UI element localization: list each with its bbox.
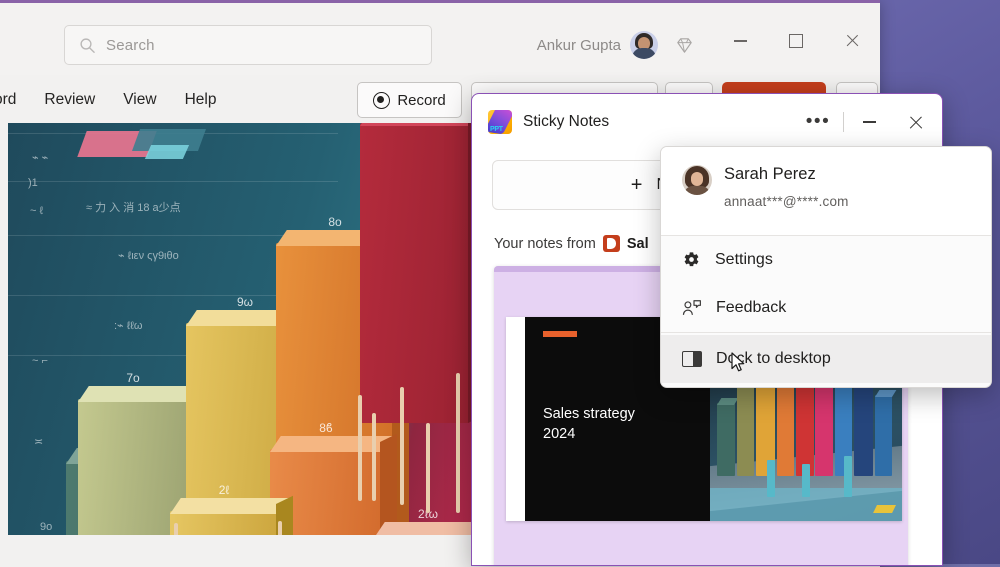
account-name: Ankur Gupta bbox=[536, 36, 621, 54]
minimize-button[interactable] bbox=[712, 19, 768, 63]
thumbnail-title-line1: Sales strategy bbox=[543, 406, 635, 422]
record-label: Record bbox=[397, 91, 446, 109]
tab-view[interactable]: View bbox=[109, 87, 170, 113]
sticky-notes-titlebar: PPT Sticky Notes ••• bbox=[472, 94, 942, 150]
tab-record-partial[interactable]: ord bbox=[0, 87, 30, 113]
close-button[interactable] bbox=[824, 19, 880, 63]
sticky-minimize-button[interactable] bbox=[846, 99, 892, 145]
avatar bbox=[630, 31, 658, 59]
gear-icon bbox=[684, 251, 699, 266]
dock-icon bbox=[682, 351, 702, 367]
search-icon bbox=[80, 37, 95, 53]
feedback-icon bbox=[682, 299, 701, 315]
menu-item-feedback[interactable]: Feedback bbox=[661, 284, 991, 332]
thumbnail-title: Sales strategy 2024 bbox=[543, 405, 635, 444]
notes-source-label: Your notes from Sal bbox=[494, 235, 649, 252]
account-button[interactable]: Ankur Gupta bbox=[537, 25, 658, 65]
flyout-account-row[interactable]: Sarah Perez annaat***@****.com bbox=[661, 147, 991, 235]
tab-help[interactable]: Help bbox=[171, 87, 231, 113]
sticky-notes-icon: PPT bbox=[488, 110, 512, 134]
divider bbox=[843, 112, 844, 132]
bar: 2ℓ bbox=[170, 483, 293, 535]
notes-from-source: Sal bbox=[626, 235, 649, 252]
diamond-icon[interactable] bbox=[666, 27, 702, 63]
menu-item-dock-to-desktop[interactable]: Dock to desktop bbox=[661, 335, 991, 383]
powerpoint-window-controls bbox=[712, 19, 880, 63]
divider bbox=[661, 332, 991, 333]
plus-icon: + bbox=[630, 174, 643, 196]
record-button[interactable]: Record bbox=[357, 82, 462, 118]
notes-from-prefix: Your notes from bbox=[494, 235, 596, 252]
screen: Search Ankur Gupta ord bbox=[0, 0, 1000, 567]
search-input[interactable]: Search bbox=[64, 25, 432, 65]
thumbnail-title-line2: 2024 bbox=[543, 425, 576, 442]
menu-item-settings[interactable]: Settings bbox=[661, 236, 991, 284]
diamond-glyph bbox=[676, 37, 692, 53]
maximize-button[interactable] bbox=[768, 19, 824, 63]
menu-item-dock-label: Dock to desktop bbox=[716, 350, 831, 367]
flyout-user-name: Sarah Perez bbox=[724, 165, 816, 183]
bar bbox=[360, 123, 485, 423]
user-avatar bbox=[682, 165, 712, 195]
sticky-close-button[interactable] bbox=[892, 99, 938, 145]
menu-item-settings-label: Settings bbox=[715, 251, 773, 268]
search-placeholder: Search bbox=[106, 36, 155, 54]
sticky-notes-window-controls: ••• bbox=[795, 99, 938, 145]
more-options-button[interactable]: ••• bbox=[795, 99, 841, 145]
ribbon-tabs: ord Review View Help bbox=[0, 77, 230, 123]
tab-review[interactable]: Review bbox=[30, 87, 109, 113]
record-icon bbox=[373, 91, 391, 109]
menu-item-feedback-label: Feedback bbox=[716, 299, 787, 316]
minimize-icon bbox=[862, 121, 876, 123]
accent-bar bbox=[543, 331, 577, 337]
flyout-user-email: annaat***@****.com bbox=[724, 194, 849, 209]
close-icon bbox=[908, 115, 923, 130]
account-flyout-menu: Sarah Perez annaat***@****.com Settings … bbox=[660, 146, 992, 388]
powerpoint-titlebar: Search Ankur Gupta bbox=[0, 3, 880, 75]
sticky-notes-title: Sticky Notes bbox=[523, 113, 610, 130]
powerpoint-icon bbox=[602, 235, 620, 252]
